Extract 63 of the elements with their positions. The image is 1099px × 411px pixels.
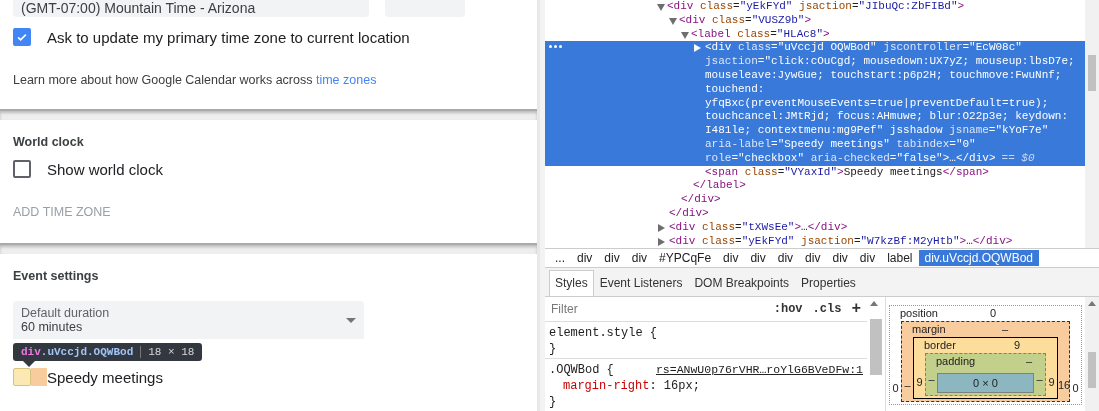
breadcrumb[interactable]: div — [771, 250, 800, 266]
dom-node-line[interactable]: <div class="VUSZ9b"> — [679, 13, 1085, 28]
dom-node-line[interactable]: <div class="yEkFYd" jsaction="JIbuQc:ZbFIBd"> — [667, 0, 1085, 14]
checkbox-label: Show world clock — [47, 160, 163, 178]
css-declaration[interactable]: margin-right: 16px; — [549, 378, 863, 394]
expand-triangle-icon[interactable] — [657, 4, 665, 11]
info-text: Learn more about how Google Calendar works across time zones — [13, 73, 378, 87]
more-icon[interactable] — [549, 45, 562, 49]
breadcrumb[interactable]: div — [717, 250, 745, 266]
dom-node-line[interactable]: <label class="HLAc8"> — [691, 27, 1085, 42]
closing-brace: } — [549, 341, 558, 357]
checkbox[interactable] — [13, 368, 31, 386]
closing-tag: </label> — [693, 179, 746, 194]
timezone-dropdown[interactable]: (GMT-07:00) Mountain Time - Arizona — [13, 0, 369, 17]
new-rule-button[interactable]: + — [851, 300, 861, 318]
breadcrumb[interactable]: div — [853, 250, 882, 266]
padding-box: padding – – 0 × 0 – — [925, 353, 1046, 396]
closing-tag: </div> — [681, 193, 721, 207]
panel-tab[interactable]: Event Listeners — [593, 270, 689, 296]
checkbox[interactable] — [13, 160, 31, 178]
dom-node-line[interactable]: <div class="tXWsEe">…</div> — [669, 220, 1085, 235]
expand-triangle-icon[interactable] — [658, 237, 665, 246]
section-title: World clock — [13, 135, 85, 149]
expand-triangle-icon[interactable] — [669, 17, 677, 25]
hover-state-button[interactable]: :hov — [773, 302, 803, 316]
scrollbar[interactable] — [867, 297, 886, 411]
breadcrumb[interactable]: div — [571, 250, 599, 266]
scrollbar[interactable] — [1085, 297, 1099, 411]
panel-tab[interactable]: Styles — [549, 270, 594, 296]
section-title: Event settings — [13, 269, 100, 283]
tooltip-pointer — [23, 361, 35, 367]
breadcrumb[interactable]: div — [625, 250, 654, 266]
content-box: 0 × 0 — [937, 373, 1034, 393]
checkbox-label: Ask to update my primary time zone to current location — [47, 28, 410, 46]
dom-node-line[interactable]: <span class="VYaxId">Speedy meetings</span> — [705, 165, 1085, 180]
default-duration-dropdown[interactable]: Default duration 60 minutes — [13, 301, 364, 339]
breadcrumb[interactable]: div — [826, 250, 854, 266]
stylesheet-link[interactable]: rs=ANwU0p76rVHR…roYlG6BVeDFw:1 — [655, 362, 863, 378]
breadcrumb[interactable]: label — [881, 250, 919, 266]
css-selector: element.style { — [549, 325, 658, 341]
breadcrumb[interactable]: div — [598, 250, 626, 266]
scrollbar[interactable] — [1085, 0, 1099, 248]
class-toggle-button[interactable]: .cls — [812, 302, 842, 316]
margin-box: margin – – border 9 9 padding – – 0 × 0 – 9 16 — [901, 321, 1070, 402]
caret-icon — [346, 317, 356, 323]
border-box: border 9 9 padding – – 0 × 0 – 9 — [913, 337, 1058, 399]
breadcrumb[interactable]: div.uVccjd.OQWBod — [918, 250, 1039, 266]
panel-tab[interactable]: Properties — [795, 270, 862, 296]
expand-triangle-icon[interactable] — [658, 223, 665, 232]
breadcrumb[interactable]: #YPCqFe — [653, 250, 718, 266]
checkbox[interactable] — [13, 28, 31, 46]
breadcrumb[interactable]: div — [799, 250, 827, 266]
position-box: position 0 0 margin – – border 9 9 padding – – 0 × 0 – 9 16 0 — [889, 305, 1082, 405]
margin-highlight — [31, 368, 47, 386]
time-zones-link[interactable]: time zones — [315, 73, 377, 87]
breadcrumb[interactable]: ... — [549, 250, 571, 266]
closing-tag: </div> — [669, 206, 709, 221]
panel-tab[interactable]: DOM Breakpoints — [688, 270, 796, 296]
breadcrumb[interactable]: div — [744, 250, 772, 266]
css-selector: .OQWBod { — [549, 362, 614, 378]
closing-brace: } — [549, 394, 558, 410]
checkbox-label: Speedy meetings — [47, 368, 163, 386]
dom-node-line[interactable]: <div class="yEkFYd" jsaction="W7kzBf:M2yHtb">…</div> — [669, 234, 1085, 248]
